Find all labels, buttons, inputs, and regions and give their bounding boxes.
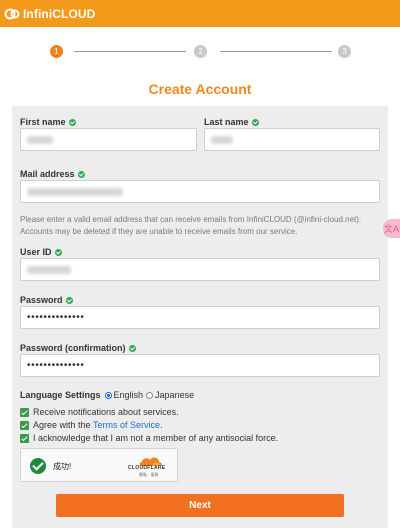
last-name-label-text: Last name bbox=[204, 117, 249, 127]
valid-check-icon bbox=[54, 248, 62, 256]
terms-checkbox-label: Agree with the bbox=[33, 420, 94, 430]
valid-check-icon bbox=[77, 170, 85, 178]
language-option-japanese[interactable]: Japanese bbox=[146, 390, 194, 400]
step-1: 1 bbox=[50, 45, 63, 58]
terms-suffix: . bbox=[160, 420, 163, 430]
mail-label: Mail address bbox=[20, 169, 85, 179]
language-option-label: Japanese bbox=[155, 390, 195, 400]
notifications-checkbox-row[interactable]: Receive notifications about services. bbox=[20, 407, 179, 417]
redacted-value bbox=[211, 135, 233, 144]
progress-stepper: 1 2 3 bbox=[48, 43, 354, 61]
first-name-input[interactable] bbox=[20, 128, 197, 151]
captcha-privacy-terms-links[interactable]: 隐私 · 条款 bbox=[139, 472, 159, 478]
password-label: Password bbox=[20, 295, 73, 305]
checkbox-checked-icon[interactable] bbox=[20, 407, 29, 417]
notifications-checkbox-label: Receive notifications about services. bbox=[33, 407, 179, 417]
language-settings: Language Settings English Japanese bbox=[20, 390, 197, 400]
valid-check-icon bbox=[251, 118, 259, 126]
antisocial-checkbox-row[interactable]: I acknowledge that I am not a member of … bbox=[20, 433, 278, 443]
success-check-icon bbox=[30, 458, 46, 474]
password-confirm-masked-value: •••••••••••••• bbox=[27, 359, 85, 371]
language-label: Language Settings bbox=[20, 390, 101, 400]
radio-unselected-icon[interactable] bbox=[146, 391, 154, 399]
first-name-label-text: First name bbox=[20, 117, 66, 127]
radio-selected-icon[interactable] bbox=[104, 391, 112, 399]
password-label-text: Password bbox=[20, 295, 63, 305]
user-id-label: User ID bbox=[20, 247, 62, 257]
user-id-label-text: User ID bbox=[20, 247, 52, 257]
password-confirm-input[interactable]: •••••••••••••• bbox=[20, 354, 380, 377]
captcha-status: 成功! bbox=[53, 462, 72, 471]
mail-hint: Please enter a valid email address that … bbox=[20, 215, 362, 236]
language-option-label: English bbox=[113, 390, 144, 400]
password-confirm-label: Password (confirmation) bbox=[20, 343, 136, 353]
cloudflare-wordmark: CLOUDFLARE bbox=[128, 465, 166, 471]
brand-name: InfiniCLOUD bbox=[23, 6, 96, 21]
step-divider bbox=[74, 51, 186, 52]
redacted-value bbox=[27, 187, 123, 196]
password-masked-value: •••••••••••••• bbox=[27, 311, 85, 323]
language-option-english[interactable]: English bbox=[104, 390, 144, 400]
captcha-widget[interactable]: 成功! CLOUDFLARE 隐私 · 条款 bbox=[20, 448, 178, 482]
step-2: 2 bbox=[194, 45, 207, 58]
step-divider bbox=[220, 51, 332, 52]
valid-check-icon bbox=[65, 296, 73, 304]
password-input[interactable]: •••••••••••••• bbox=[20, 306, 380, 329]
terms-of-service-link[interactable]: Terms of Service bbox=[93, 420, 160, 430]
user-id-input[interactable] bbox=[20, 258, 380, 281]
password-confirm-label-text: Password (confirmation) bbox=[20, 343, 126, 353]
antisocial-checkbox-label: I acknowledge that I am not a member of … bbox=[33, 433, 279, 443]
mail-label-text: Mail address bbox=[20, 169, 75, 179]
top-bar: InfiniCLOUD bbox=[0, 0, 400, 27]
last-name-label: Last name bbox=[204, 117, 259, 127]
next-button[interactable]: Next bbox=[56, 494, 344, 517]
first-name-label: First name bbox=[20, 117, 76, 127]
valid-check-icon bbox=[128, 344, 136, 352]
terms-checkbox-row[interactable]: Agree with the Terms of Service . bbox=[20, 420, 163, 430]
checkbox-checked-icon[interactable] bbox=[20, 433, 29, 443]
redacted-value bbox=[27, 135, 53, 144]
last-name-input[interactable] bbox=[204, 128, 380, 151]
step-3: 3 bbox=[338, 45, 351, 58]
valid-check-icon bbox=[68, 118, 76, 126]
infinicloud-logo-icon bbox=[4, 6, 20, 22]
redacted-value bbox=[27, 265, 71, 274]
page-title: Create Account bbox=[148, 81, 252, 97]
checkbox-checked-icon[interactable] bbox=[20, 420, 29, 430]
mail-input[interactable] bbox=[20, 180, 380, 203]
translate-side-tab[interactable]: 文A bbox=[383, 219, 400, 238]
